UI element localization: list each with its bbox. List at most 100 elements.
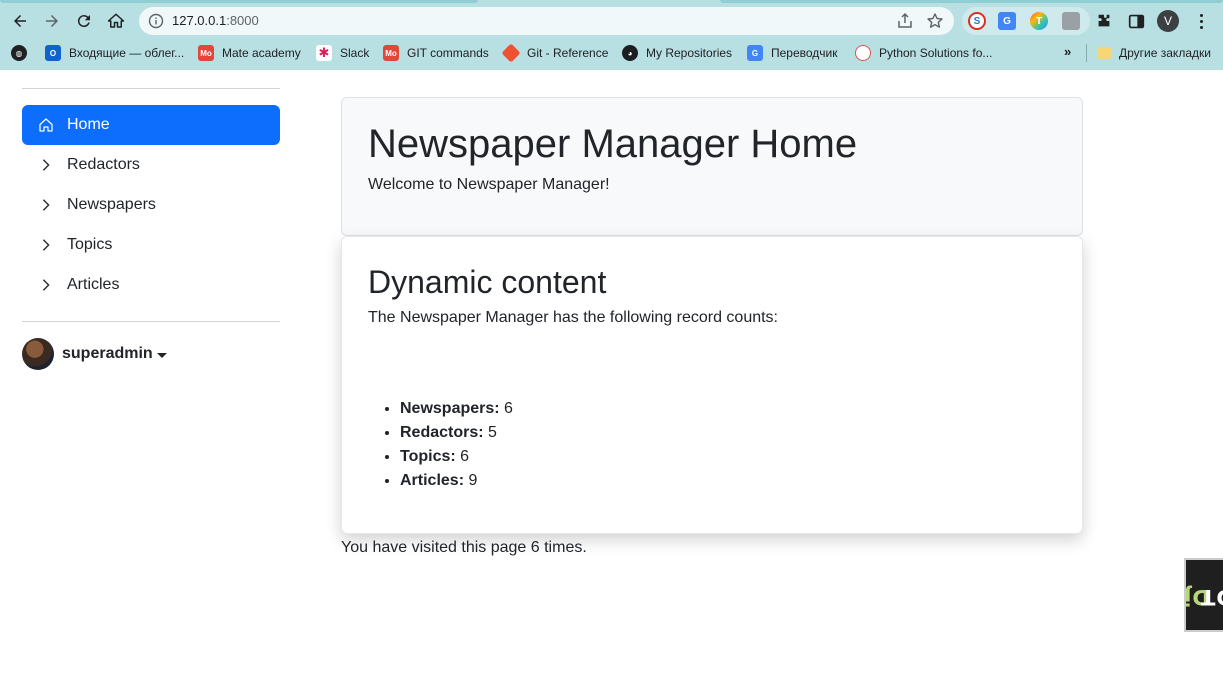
bookmark-item[interactable]: Git - Reference xyxy=(501,43,609,63)
tab-indicator xyxy=(0,0,478,3)
bookmark-item[interactable]: ◕ My Repositories xyxy=(622,44,732,62)
bookmark-item[interactable]: Mo GIT commands xyxy=(383,44,489,62)
arrow-right-icon xyxy=(46,15,58,27)
bookmark-item[interactable]: Python Solutions fo... xyxy=(855,44,992,62)
list-item: Topics: 6 xyxy=(400,445,1056,469)
bookmarks-separator xyxy=(1086,44,1087,62)
extensions-group: S G T xyxy=(962,7,1090,35)
sidebar-divider xyxy=(22,321,280,322)
other-bookmarks-label: Другие закладки xyxy=(1119,46,1211,60)
list-item: Redactors: 5 xyxy=(400,421,1056,445)
globe-bookmark[interactable]: ◍ xyxy=(11,44,27,62)
extension-icon[interactable]: T xyxy=(1030,12,1048,30)
username: superadmin xyxy=(62,345,153,362)
dynamic-content-card: Dynamic content The Newspaper Manager ha… xyxy=(341,236,1083,534)
count-label: Redactors: xyxy=(400,424,484,442)
sidebar-item-articles[interactable]: Articles xyxy=(22,265,280,305)
github-icon: ◕ xyxy=(622,45,638,61)
bookmark-item[interactable]: Mo Mate academy xyxy=(198,44,301,62)
browser-toolbar: 127.0.0.1:8000 S G T V xyxy=(0,6,1223,36)
bookmark-label: Входящие — облег... xyxy=(69,46,185,60)
side-panel-icon[interactable] xyxy=(1126,11,1146,31)
chevron-right-icon xyxy=(38,197,54,213)
info-icon[interactable] xyxy=(148,13,164,29)
bookmark-label: Переводчик xyxy=(771,46,838,60)
sidebar: Home Redactors Newspapers Topics Article… xyxy=(22,70,280,370)
share-icon[interactable] xyxy=(896,12,914,30)
user-dropdown[interactable]: superadmin xyxy=(22,338,280,370)
debug-toolbar-logo: DjDT xyxy=(1183,568,1223,626)
slack-icon: ✱ xyxy=(316,45,332,61)
globe-icon: ◍ xyxy=(11,45,27,61)
section-title: Dynamic content xyxy=(368,264,607,300)
sidebar-divider xyxy=(22,88,280,89)
bookmark-item[interactable]: G Переводчик xyxy=(747,44,838,62)
sidebar-item-topics[interactable]: Topics xyxy=(22,225,280,265)
count-label: Newspapers: xyxy=(400,400,500,418)
sidebar-item-home[interactable]: Home xyxy=(22,105,280,145)
git-commands-icon: Mo xyxy=(383,45,399,61)
star-icon[interactable] xyxy=(926,12,944,30)
home-button[interactable] xyxy=(104,9,128,33)
count-value: 6 xyxy=(504,400,513,418)
caret-down-icon xyxy=(156,352,167,358)
url-port: :8000 xyxy=(226,13,259,28)
bookmarks-overflow-button[interactable]: » xyxy=(1064,44,1071,59)
tab-strip xyxy=(0,0,1223,5)
welcome-text: Welcome to Newspaper Manager! xyxy=(368,176,610,193)
bookmark-item[interactable]: O Входящие — облег... xyxy=(45,44,184,62)
folder-icon xyxy=(1097,47,1111,59)
translate-extension-icon[interactable]: G xyxy=(998,12,1016,30)
main-content: Newspaper Manager Home Welcome to Newspa… xyxy=(341,97,1083,557)
page-title: Newspaper Manager Home xyxy=(368,122,858,166)
bookmark-item[interactable]: ✱ Slack xyxy=(316,44,369,62)
web-page: Home Redactors Newspapers Topics Article… xyxy=(0,70,1223,697)
google-translate-icon: G xyxy=(747,45,763,61)
sidebar-item-label: Home xyxy=(67,116,110,133)
other-bookmarks-folder[interactable]: Другие закладки xyxy=(1097,44,1211,62)
list-item: Articles: 9 xyxy=(400,469,1056,493)
visit-counter: You have visited this page 6 times. xyxy=(341,539,587,556)
extensions-puzzle-icon[interactable] xyxy=(1094,11,1114,31)
reload-icon xyxy=(77,15,90,28)
chevron-right-icon xyxy=(38,277,54,293)
bookmark-label: GIT commands xyxy=(407,46,489,60)
count-value: 5 xyxy=(488,424,497,442)
reload-button[interactable] xyxy=(72,9,96,33)
chevron-right-icon xyxy=(38,237,54,253)
sidebar-item-newspapers[interactable]: Newspapers xyxy=(22,185,280,225)
debug-toolbar-label-b: DT xyxy=(1200,585,1223,609)
python-solutions-icon xyxy=(855,45,871,61)
git-icon xyxy=(501,43,521,63)
counts-intro: The Newspaper Manager has the following … xyxy=(368,309,778,327)
profile-avatar[interactable]: V xyxy=(1157,10,1179,32)
count-label: Topics: xyxy=(400,448,456,466)
house-icon xyxy=(107,13,125,28)
bookmark-label: Mate academy xyxy=(222,46,301,60)
sidebar-item-label: Articles xyxy=(67,276,120,293)
extension-icon[interactable] xyxy=(1062,12,1080,30)
record-counts-list: Newspapers: 6 Redactors: 5 Topics: 6 Art… xyxy=(368,397,1056,493)
browser-menu-icon[interactable] xyxy=(1193,11,1209,31)
bookmark-label: Git - Reference xyxy=(527,46,609,60)
home-icon xyxy=(38,117,54,133)
avatar xyxy=(22,338,54,370)
sidebar-item-label: Newspapers xyxy=(67,196,156,213)
address-bar[interactable]: 127.0.0.1:8000 xyxy=(139,7,954,35)
bookmark-label: My Repositories xyxy=(646,46,733,60)
mate-academy-icon: Mo xyxy=(198,45,214,61)
sidebar-item-label: Redactors xyxy=(67,156,140,173)
extension-icon[interactable]: S xyxy=(968,12,986,30)
tab-indicator xyxy=(720,0,1223,3)
bookmark-label: Python Solutions fo... xyxy=(879,46,993,60)
count-label: Articles: xyxy=(400,472,465,490)
browser-chrome: 127.0.0.1:8000 S G T V ◍ O Входящие — об… xyxy=(0,0,1223,70)
debug-toolbar-handle[interactable]: DjDT xyxy=(1183,558,1223,632)
url-host: 127.0.0.1 xyxy=(172,13,227,28)
url-text: 127.0.0.1:8000 xyxy=(172,13,259,28)
count-value: 9 xyxy=(468,472,478,490)
forward-button[interactable] xyxy=(40,9,64,33)
list-item: Newspapers: 6 xyxy=(400,397,1056,421)
sidebar-item-redactors[interactable]: Redactors xyxy=(22,145,280,185)
back-button[interactable] xyxy=(8,9,32,33)
